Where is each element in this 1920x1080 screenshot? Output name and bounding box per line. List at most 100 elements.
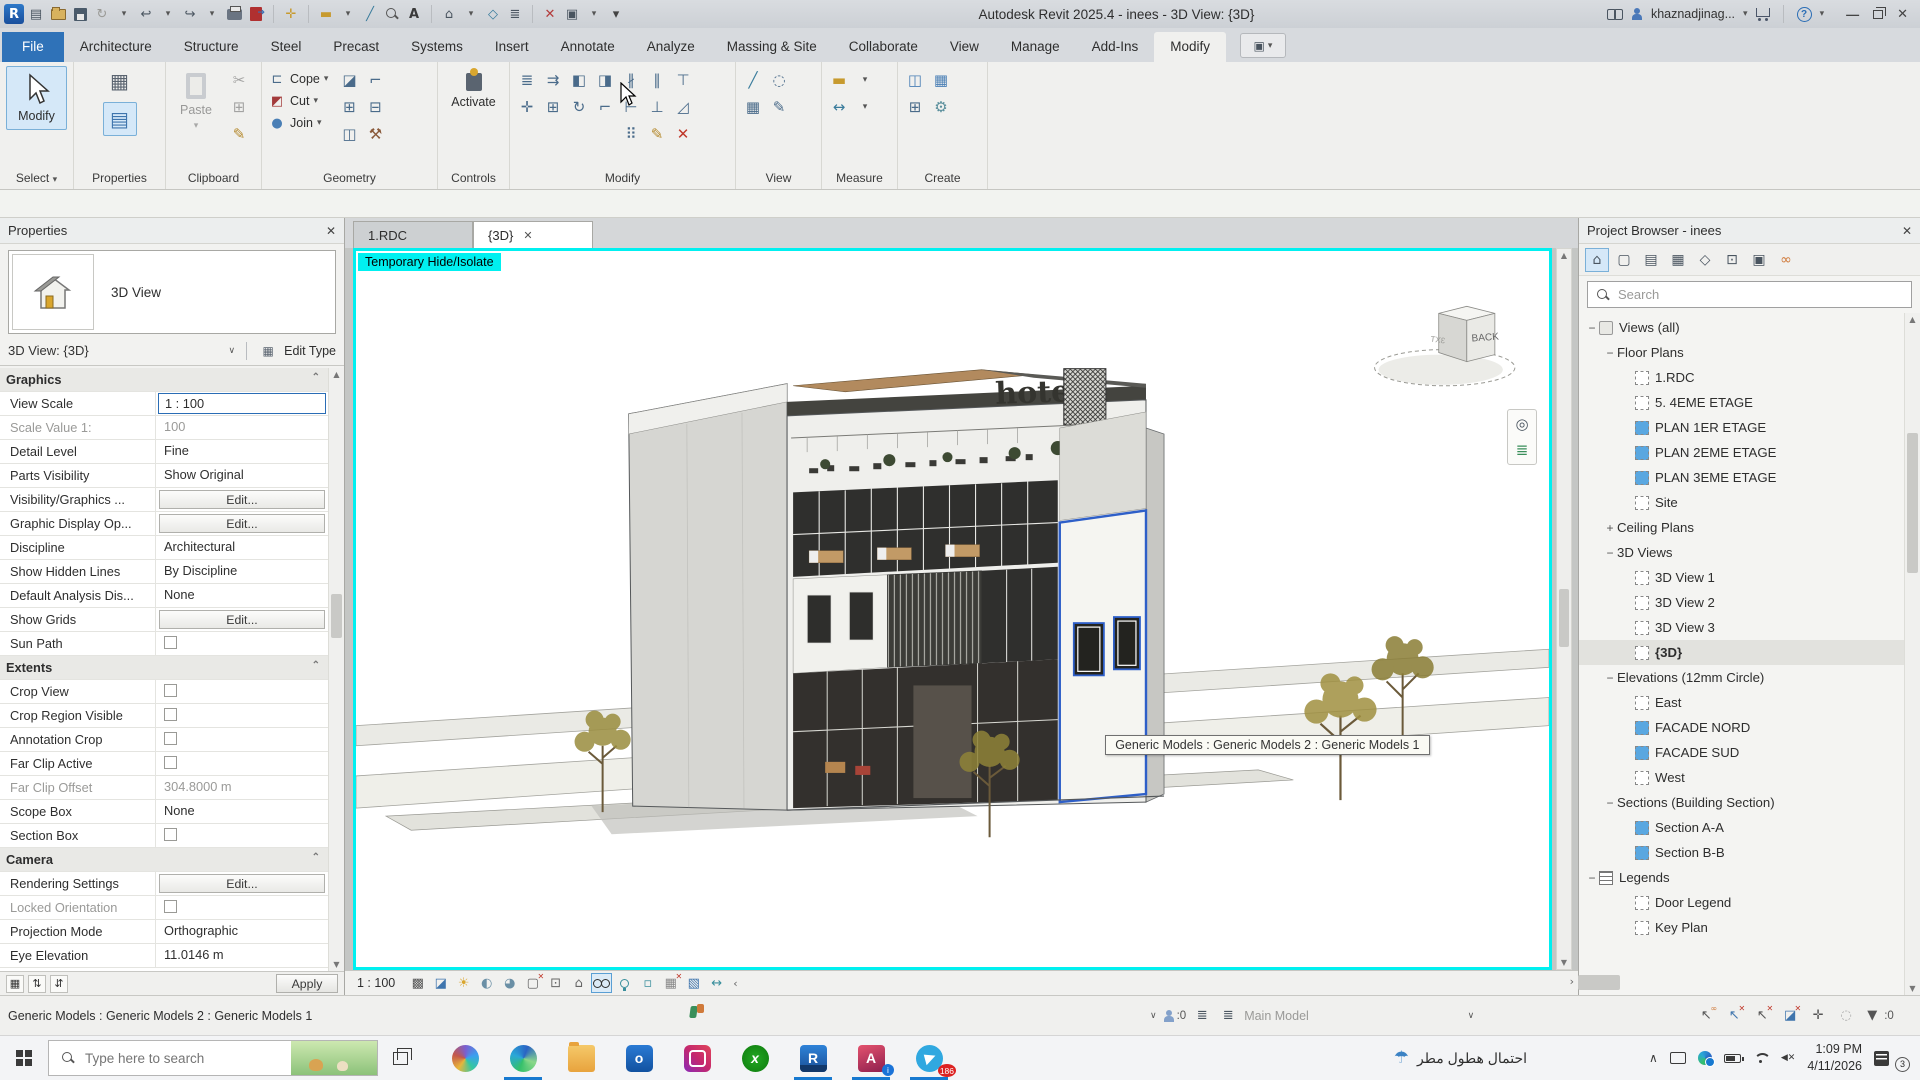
project-browser-search[interactable]: Search: [1587, 281, 1912, 308]
task-view-button[interactable]: [378, 1036, 422, 1080]
sel-pinned-icon[interactable]: ↖✕: [1752, 1006, 1772, 1026]
mirror-pick-icon[interactable]: ◧: [568, 68, 590, 92]
caret-icon[interactable]: ▾: [114, 4, 134, 24]
beam-joins-icon[interactable]: ⊟: [364, 95, 386, 119]
property-value-eye-elevation[interactable]: 11.0146 m: [155, 944, 328, 967]
tab-precast[interactable]: Precast: [317, 32, 395, 62]
measure-tape-icon[interactable]: ▬: [828, 68, 850, 92]
property-value-view-scale[interactable]: 1 : 100: [155, 392, 328, 415]
crop-view-checkbox[interactable]: [164, 684, 177, 697]
viewport-3d[interactable]: hotel: [353, 248, 1552, 970]
tab-structure[interactable]: Structure: [168, 32, 255, 62]
array-icon[interactable]: ⠿: [620, 122, 642, 146]
progress-icon[interactable]: ◌: [1836, 1006, 1856, 1026]
ui-toggle-icon[interactable]: ▤: [26, 4, 46, 24]
collapse-icon[interactable]: −: [1585, 321, 1599, 335]
tab-massing-site[interactable]: Massing & Site: [711, 32, 833, 62]
rotate-icon[interactable]: ↻: [568, 95, 590, 119]
steering-wheel-icon[interactable]: ◎: [1510, 412, 1534, 436]
caret-icon[interactable]: ▾: [338, 4, 358, 24]
tray-edge-icon[interactable]: [1698, 1051, 1712, 1065]
tray-wifi-icon[interactable]: [1753, 1053, 1769, 1064]
mirror-draw-icon[interactable]: ◨: [594, 68, 616, 92]
xbox-taskbar-button[interactable]: x: [726, 1036, 784, 1080]
caret-icon[interactable]: ▾: [158, 4, 178, 24]
property-value-section-box[interactable]: [155, 824, 328, 847]
pin-icon[interactable]: ⊤: [672, 68, 694, 92]
viewport-horizontal-scrollbar[interactable]: ›: [738, 971, 1578, 995]
far-clip-active-checkbox[interactable]: [164, 756, 177, 769]
tree-item-elevations-12mm-circle[interactable]: −Elevations (12mm Circle): [1579, 665, 1904, 690]
save-orientation-icon[interactable]: ⌂: [568, 973, 589, 993]
default-3d-view-icon[interactable]: ⌂: [439, 4, 459, 24]
status-chevron-icon[interactable]: ∨: [1150, 1011, 1157, 1021]
tree-item-ceiling-plans[interactable]: +Ceiling Plans: [1579, 515, 1904, 540]
align-icon[interactable]: ≣: [516, 68, 538, 92]
aligned-dim-icon[interactable]: ↔: [828, 95, 850, 119]
crop-region-visible-checkbox[interactable]: [164, 708, 177, 721]
panel-label-select[interactable]: Select ▾: [0, 169, 73, 189]
cut-profile-icon[interactable]: ✎: [768, 95, 790, 119]
tree-item-site[interactable]: Site: [1579, 490, 1904, 515]
minimize-button[interactable]: —: [1846, 7, 1859, 22]
scroll-right-icon[interactable]: ›: [1570, 975, 1574, 988]
building[interactable]: hotel: [629, 369, 1164, 810]
temp-hide-isolate-icon[interactable]: [591, 973, 612, 993]
project-browser-close-icon[interactable]: ✕: [1902, 224, 1912, 238]
tree-item-facade-sud[interactable]: FACADE SUD: [1579, 740, 1904, 765]
tab-annotate[interactable]: Annotate: [545, 32, 631, 62]
property-value-locked-orientation[interactable]: [155, 896, 328, 919]
collapse-icon[interactable]: −: [1585, 871, 1599, 885]
move-icon[interactable]: ✛: [516, 95, 538, 119]
switch-windows-icon[interactable]: ▣: [562, 4, 582, 24]
tree-item-plan-2eme-etage[interactable]: PLAN 2EME ETAGE: [1579, 440, 1904, 465]
pb-home-icon[interactable]: ⌂: [1585, 248, 1609, 272]
crop-view-icon[interactable]: ▢✕: [522, 973, 543, 993]
tree-item-east[interactable]: East: [1579, 690, 1904, 715]
show-crop-icon[interactable]: ⊡: [545, 973, 566, 993]
autocad-taskbar-button[interactable]: Ai: [842, 1036, 900, 1080]
paste-button[interactable]: Paste ▾: [172, 66, 220, 138]
notification-center-icon[interactable]: [1874, 1051, 1889, 1066]
match-type-icon[interactable]: ✎: [646, 122, 668, 146]
search-highlights-art[interactable]: [291, 1041, 377, 1075]
expand-icon[interactable]: +: [1603, 521, 1617, 535]
hide-in-view-icon[interactable]: ◌: [768, 68, 790, 92]
visual-style-icon[interactable]: ◪: [430, 973, 451, 993]
tree-item-section-b-b[interactable]: Section B-B: [1579, 840, 1904, 865]
caret-icon[interactable]: ▾: [461, 4, 481, 24]
collapse-icon[interactable]: −: [1603, 346, 1617, 360]
property-value-parts-visibility[interactable]: Show Original: [155, 464, 328, 487]
modify-pin-icon[interactable]: ✛: [281, 4, 301, 24]
property-value-rendering-settings[interactable]: Edit...: [155, 872, 328, 895]
property-value-default-analysis-dis[interactable]: None: [155, 584, 328, 607]
pb-views-icon[interactable]: ▢: [1612, 248, 1636, 272]
building-3d-model[interactable]: hotel: [356, 251, 1549, 967]
split-gap-icon[interactable]: ∥: [646, 68, 668, 92]
tab-collaborate[interactable]: Collaborate: [833, 32, 934, 62]
create-assembly-icon[interactable]: ▦: [930, 68, 952, 92]
viewcube[interactable]: BACK 3XT: [1375, 306, 1515, 385]
tab-systems[interactable]: Systems: [395, 32, 479, 62]
tree-item-key-plan[interactable]: Key Plan: [1579, 915, 1904, 940]
trim-icon[interactable]: ⌐: [594, 95, 616, 119]
viewport-vertical-scrollbar[interactable]: ▲ ▼: [1556, 248, 1572, 970]
tab-add-ins[interactable]: Add-Ins: [1076, 32, 1155, 62]
type-selector[interactable]: 3D View: [8, 250, 336, 334]
contextual-options-button[interactable]: ▣▾: [1240, 33, 1286, 58]
start-button[interactable]: [0, 1036, 48, 1080]
tree-item-5-4eme-etage[interactable]: 5. 4EME ETAGE: [1579, 390, 1904, 415]
property-value-discipline[interactable]: Architectural: [155, 536, 328, 559]
redo-icon[interactable]: ↪: [180, 4, 200, 24]
help-icon[interactable]: [1797, 7, 1812, 22]
pb-assemblies-icon[interactable]: ▣: [1747, 248, 1771, 272]
section-collapse-icon[interactable]: ⌃: [312, 848, 328, 871]
app-store-cart-icon[interactable]: [1756, 8, 1770, 17]
sun-path-checkbox[interactable]: [164, 636, 177, 649]
collapse-icon[interactable]: −: [1603, 546, 1617, 560]
project-browser-scrollbar[interactable]: ▲ ▼: [1904, 313, 1920, 995]
tab-insert[interactable]: Insert: [479, 32, 545, 62]
instagram-taskbar-button[interactable]: [668, 1036, 726, 1080]
undo-icon[interactable]: ↩: [136, 4, 156, 24]
tab-view[interactable]: View: [934, 32, 995, 62]
